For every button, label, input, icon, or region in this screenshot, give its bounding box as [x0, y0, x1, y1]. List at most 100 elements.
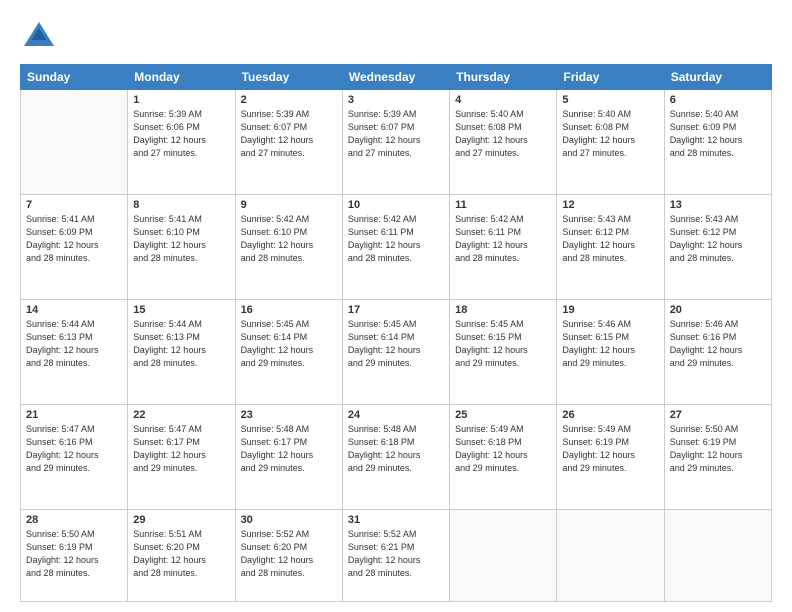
calendar-table: SundayMondayTuesdayWednesdayThursdayFrid…: [20, 64, 772, 602]
day-info: Sunrise: 5:49 AM Sunset: 6:19 PM Dayligh…: [562, 423, 658, 475]
logo-icon: [20, 18, 58, 56]
day-info: Sunrise: 5:43 AM Sunset: 6:12 PM Dayligh…: [670, 213, 766, 265]
day-info: Sunrise: 5:39 AM Sunset: 6:07 PM Dayligh…: [241, 108, 337, 160]
day-number: 5: [562, 94, 658, 106]
day-number: 11: [455, 199, 551, 211]
calendar-cell: 30 Sunrise: 5:52 AM Sunset: 6:20 PM Dayli…: [235, 510, 342, 602]
day-number: 24: [348, 409, 444, 421]
day-info: Sunrise: 5:44 AM Sunset: 6:13 PM Dayligh…: [26, 318, 122, 370]
day-number: 7: [26, 199, 122, 211]
calendar-cell: 7 Sunrise: 5:41 AM Sunset: 6:09 PM Daylig…: [21, 195, 128, 300]
calendar-cell: [664, 510, 771, 602]
calendar-cell: 2 Sunrise: 5:39 AM Sunset: 6:07 PM Daylig…: [235, 90, 342, 195]
calendar-cell: 15 Sunrise: 5:44 AM Sunset: 6:13 PM Dayli…: [128, 300, 235, 405]
calendar-cell: 8Sunrise: 5:41 AM Sunset: 6:10 PM Daylig…: [128, 195, 235, 300]
day-info: Sunrise: 5:49 AM Sunset: 6:18 PM Dayligh…: [455, 423, 551, 475]
day-info: Sunrise: 5:51 AM Sunset: 6:20 PM Dayligh…: [133, 528, 229, 580]
day-info: Sunrise: 5:40 AM Sunset: 6:08 PM Dayligh…: [562, 108, 658, 160]
calendar-header-row: SundayMondayTuesdayWednesdayThursdayFrid…: [21, 65, 772, 90]
day-info: Sunrise: 5:41 AM Sunset: 6:09 PM Dayligh…: [26, 213, 122, 265]
day-info: Sunrise: 5:42 AM Sunset: 6:11 PM Dayligh…: [348, 213, 444, 265]
calendar-cell: 12Sunrise: 5:43 AM Sunset: 6:12 PM Dayli…: [557, 195, 664, 300]
day-number: 14: [26, 304, 122, 316]
day-info: Sunrise: 5:50 AM Sunset: 6:19 PM Dayligh…: [26, 528, 122, 580]
day-info: Sunrise: 5:52 AM Sunset: 6:21 PM Dayligh…: [348, 528, 444, 580]
day-number: 30: [241, 514, 337, 526]
calendar-cell: 26 Sunrise: 5:49 AM Sunset: 6:19 PM Dayli…: [557, 405, 664, 510]
day-number: 28: [26, 514, 122, 526]
header-saturday: Saturday: [664, 65, 771, 90]
day-number: 26: [562, 409, 658, 421]
header-tuesday: Tuesday: [235, 65, 342, 90]
calendar-week-3: 14 Sunrise: 5:44 AM Sunset: 6:13 PM Dayli…: [21, 300, 772, 405]
day-info: Sunrise: 5:52 AM Sunset: 6:20 PM Dayligh…: [241, 528, 337, 580]
day-info: Sunrise: 5:42 AM Sunset: 6:11 PM Dayligh…: [455, 213, 551, 265]
day-number: 21: [26, 409, 122, 421]
calendar-cell: 24Sunrise: 5:48 AM Sunset: 6:18 PM Dayli…: [342, 405, 449, 510]
calendar-cell: 21 Sunrise: 5:47 AM Sunset: 6:16 PM Dayli…: [21, 405, 128, 510]
calendar-week-2: 7 Sunrise: 5:41 AM Sunset: 6:09 PM Daylig…: [21, 195, 772, 300]
header-monday: Monday: [128, 65, 235, 90]
calendar-cell: [450, 510, 557, 602]
day-info: Sunrise: 5:44 AM Sunset: 6:13 PM Dayligh…: [133, 318, 229, 370]
header: [20, 18, 772, 56]
calendar-cell: [557, 510, 664, 602]
day-number: 3: [348, 94, 444, 106]
day-info: Sunrise: 5:47 AM Sunset: 6:16 PM Dayligh…: [26, 423, 122, 475]
logo: [20, 18, 62, 56]
calendar-cell: 31 Sunrise: 5:52 AM Sunset: 6:21 PM Dayli…: [342, 510, 449, 602]
page: SundayMondayTuesdayWednesdayThursdayFrid…: [0, 0, 792, 612]
day-info: Sunrise: 5:39 AM Sunset: 6:07 PM Dayligh…: [348, 108, 444, 160]
calendar-cell: 20 Sunrise: 5:46 AM Sunset: 6:16 PM Dayli…: [664, 300, 771, 405]
day-info: Sunrise: 5:39 AM Sunset: 6:06 PM Dayligh…: [133, 108, 229, 160]
calendar-cell: 27 Sunrise: 5:50 AM Sunset: 6:19 PM Dayli…: [664, 405, 771, 510]
header-wednesday: Wednesday: [342, 65, 449, 90]
calendar-cell: 13 Sunrise: 5:43 AM Sunset: 6:12 PM Dayli…: [664, 195, 771, 300]
calendar-cell: 18Sunrise: 5:45 AM Sunset: 6:15 PM Dayli…: [450, 300, 557, 405]
calendar-cell: 17 Sunrise: 5:45 AM Sunset: 6:14 PM Dayli…: [342, 300, 449, 405]
calendar-cell: 29 Sunrise: 5:51 AM Sunset: 6:20 PM Dayli…: [128, 510, 235, 602]
calendar-cell: 28 Sunrise: 5:50 AM Sunset: 6:19 PM Dayli…: [21, 510, 128, 602]
day-number: 22: [133, 409, 229, 421]
day-number: 13: [670, 199, 766, 211]
calendar-cell: 14 Sunrise: 5:44 AM Sunset: 6:13 PM Dayli…: [21, 300, 128, 405]
day-info: Sunrise: 5:48 AM Sunset: 6:17 PM Dayligh…: [241, 423, 337, 475]
day-info: Sunrise: 5:41 AM Sunset: 6:10 PM Dayligh…: [133, 213, 229, 265]
calendar-cell: 19 Sunrise: 5:46 AM Sunset: 6:15 PM Dayli…: [557, 300, 664, 405]
day-info: Sunrise: 5:42 AM Sunset: 6:10 PM Dayligh…: [241, 213, 337, 265]
day-info: Sunrise: 5:46 AM Sunset: 6:15 PM Dayligh…: [562, 318, 658, 370]
day-info: Sunrise: 5:43 AM Sunset: 6:12 PM Dayligh…: [562, 213, 658, 265]
calendar-cell: 16Sunrise: 5:45 AM Sunset: 6:14 PM Dayli…: [235, 300, 342, 405]
calendar-cell: 6 Sunrise: 5:40 AM Sunset: 6:09 PM Daylig…: [664, 90, 771, 195]
calendar-cell: 4Sunrise: 5:40 AM Sunset: 6:08 PM Daylig…: [450, 90, 557, 195]
day-info: Sunrise: 5:47 AM Sunset: 6:17 PM Dayligh…: [133, 423, 229, 475]
day-number: 17: [348, 304, 444, 316]
header-thursday: Thursday: [450, 65, 557, 90]
day-number: 16: [241, 304, 337, 316]
day-info: Sunrise: 5:40 AM Sunset: 6:09 PM Dayligh…: [670, 108, 766, 160]
day-info: Sunrise: 5:46 AM Sunset: 6:16 PM Dayligh…: [670, 318, 766, 370]
calendar-cell: 11 Sunrise: 5:42 AM Sunset: 6:11 PM Dayli…: [450, 195, 557, 300]
day-number: 29: [133, 514, 229, 526]
day-number: 27: [670, 409, 766, 421]
calendar-week-4: 21 Sunrise: 5:47 AM Sunset: 6:16 PM Dayli…: [21, 405, 772, 510]
day-number: 6: [670, 94, 766, 106]
day-number: 9: [241, 199, 337, 211]
day-number: 15: [133, 304, 229, 316]
day-number: 19: [562, 304, 658, 316]
calendar-cell: 1Sunrise: 5:39 AM Sunset: 6:06 PM Daylig…: [128, 90, 235, 195]
calendar-week-5: 28 Sunrise: 5:50 AM Sunset: 6:19 PM Dayli…: [21, 510, 772, 602]
calendar-cell: 25Sunrise: 5:49 AM Sunset: 6:18 PM Dayli…: [450, 405, 557, 510]
day-info: Sunrise: 5:50 AM Sunset: 6:19 PM Dayligh…: [670, 423, 766, 475]
day-number: 31: [348, 514, 444, 526]
day-number: 18: [455, 304, 551, 316]
day-number: 20: [670, 304, 766, 316]
calendar-cell: 23 Sunrise: 5:48 AM Sunset: 6:17 PM Dayli…: [235, 405, 342, 510]
calendar-cell: 5 Sunrise: 5:40 AM Sunset: 6:08 PM Daylig…: [557, 90, 664, 195]
day-number: 23: [241, 409, 337, 421]
day-number: 2: [241, 94, 337, 106]
header-sunday: Sunday: [21, 65, 128, 90]
calendar-cell: [21, 90, 128, 195]
calendar-cell: 3 Sunrise: 5:39 AM Sunset: 6:07 PM Daylig…: [342, 90, 449, 195]
day-info: Sunrise: 5:45 AM Sunset: 6:14 PM Dayligh…: [348, 318, 444, 370]
